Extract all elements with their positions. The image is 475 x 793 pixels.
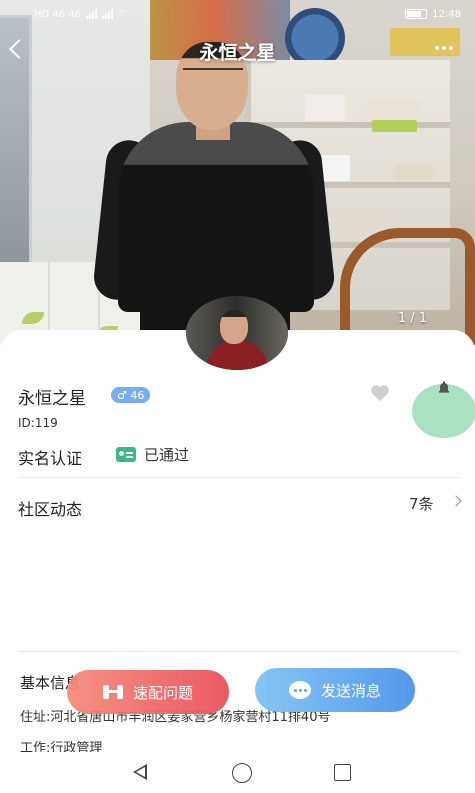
community-count: 7条: [409, 495, 434, 513]
heart-icon[interactable]: [369, 383, 391, 403]
photo-shelf: [245, 122, 450, 128]
wifi-icon: ⌔: [118, 8, 128, 20]
photo-product: [395, 165, 435, 181]
page-title: 永恒之星: [199, 42, 276, 64]
status-bar: HD 46 46 ⌔ 12:48: [0, 0, 475, 28]
photo-person-glasses: [183, 68, 243, 82]
network-label: HD 46 46: [34, 8, 82, 20]
send-message-button[interactable]: 发送消息: [255, 668, 415, 712]
nav-home-icon[interactable]: [232, 763, 252, 783]
verification-label: 实名认证: [18, 449, 83, 468]
send-message-label: 发送消息: [320, 681, 381, 700]
community-label: 社区动态: [18, 500, 83, 519]
chat-icon: [288, 681, 311, 699]
match-questions-label: 速配问题: [132, 683, 193, 702]
photo-person-body: [118, 122, 314, 312]
divider: [18, 477, 460, 478]
gender-age-badge: ♂ 46: [111, 387, 151, 403]
system-nav-bar: [0, 752, 475, 793]
verification-status: 已通过: [144, 446, 190, 464]
bell-icon[interactable]: [437, 381, 451, 395]
status-right: 12:48: [405, 9, 461, 20]
match-icon: [102, 683, 123, 701]
nav-recent-icon[interactable]: [334, 764, 351, 781]
divider: [18, 651, 460, 652]
user-id: ID:119: [18, 416, 58, 430]
photo-product: [305, 95, 345, 121]
battery-icon: [405, 9, 428, 19]
photo-counter: 1 / 1: [397, 311, 427, 326]
signal-icon: [86, 9, 98, 19]
signal-icon: [102, 9, 114, 19]
id-card-icon: [116, 447, 136, 462]
status-left: HD 46 46 ⌔: [34, 8, 127, 21]
user-name: 永恒之星: [18, 389, 86, 409]
photo-product: [365, 100, 420, 122]
more-icon[interactable]: [435, 46, 453, 50]
title-bar: 永恒之星: [0, 30, 475, 70]
avatar[interactable]: [186, 296, 288, 370]
match-questions-button[interactable]: 速配问题: [67, 670, 229, 714]
photo-chair: [340, 228, 475, 345]
photo-product: [320, 155, 350, 181]
clock: 12:48: [432, 8, 461, 20]
nav-back-icon[interactable]: [133, 764, 147, 780]
avatar-face: [220, 310, 248, 344]
photo-product: [372, 120, 417, 132]
